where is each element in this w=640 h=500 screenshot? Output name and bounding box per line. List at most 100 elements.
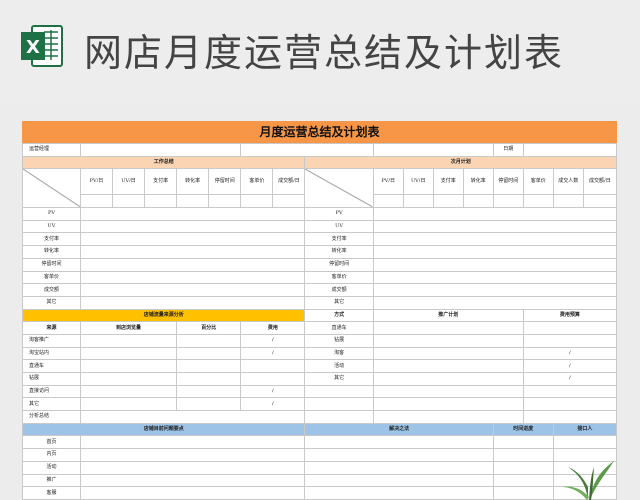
blank-cell[interactable] [462,194,494,209]
traffic-percent[interactable] [176,372,242,386]
section-solutions: 解决之法 [304,422,494,437]
blank-cell[interactable] [79,194,114,209]
excel-icon: X [21,25,63,67]
promo-plan[interactable] [372,321,524,335]
blank-cell[interactable] [582,194,617,209]
blank-cell[interactable] [492,194,524,209]
traffic-visitors[interactable] [79,397,178,412]
progress-cell[interactable] [492,486,554,500]
metric-value[interactable] [372,245,617,259]
traffic-percent[interactable] [176,359,242,373]
promo-budget[interactable]: / [522,359,617,373]
col-header: 停留时间 [208,168,242,196]
solution-cell[interactable] [304,448,494,462]
progress-cell[interactable] [492,435,554,450]
solution-cell[interactable] [304,486,494,500]
traffic-percent[interactable] [176,384,242,399]
traffic-visitors[interactable] [79,346,178,361]
traffic-cost[interactable]: / [240,384,306,399]
metric-value[interactable] [372,232,617,247]
solution-cell[interactable] [304,460,494,475]
issue-cell[interactable] [79,486,306,500]
promo-budget[interactable]: / [522,346,617,361]
blank-cell[interactable] [552,194,584,209]
metric-value[interactable] [79,257,306,272]
progress-cell[interactable] [492,448,554,462]
metric-row-label: 支付率 [22,232,81,247]
metric-value[interactable] [372,270,617,285]
metric-value[interactable] [372,283,617,297]
metric-row-label: 其它 [304,295,374,310]
promo-plan[interactable] [372,346,524,361]
blank-cell[interactable] [372,384,524,399]
traffic-cost[interactable] [240,359,306,373]
blank-cell[interactable] [372,194,404,209]
blank-cell[interactable] [522,410,617,424]
traffic-visitors[interactable] [79,359,178,373]
blank-cell[interactable] [272,194,306,209]
promo-budget[interactable] [522,321,617,335]
metric-row-label: UV [22,219,81,234]
metric-value[interactable] [79,283,306,297]
issue-cell[interactable] [79,473,306,488]
date-cell[interactable] [522,143,617,157]
blank-cell[interactable] [240,194,274,209]
blank-cell[interactable] [240,143,374,157]
solution-cell[interactable] [304,473,494,488]
promo-plan[interactable] [372,372,524,386]
blank-cell[interactable] [372,410,524,424]
metric-value[interactable] [79,207,306,221]
traffic-cost[interactable]: / [240,397,306,412]
metric-value[interactable] [79,219,306,234]
promo-plan[interactable] [372,359,524,373]
col-header: 客单价 [240,168,274,196]
metric-value[interactable] [79,245,306,259]
blank-cell[interactable] [144,194,178,209]
promo-budget[interactable] [522,333,617,348]
blank-cell[interactable] [111,194,146,209]
blank-cell[interactable] [304,397,374,412]
blank-cell[interactable] [176,194,210,209]
metric-value[interactable] [79,295,306,310]
blank-cell[interactable] [522,397,617,412]
blank-cell[interactable] [304,410,374,424]
promo-budget[interactable]: / [522,372,617,386]
blank-cell[interactable] [372,143,494,157]
blank-cell[interactable] [432,194,464,209]
traffic-percent[interactable] [176,333,242,348]
blank-cell[interactable] [522,194,554,209]
plant-decoration [562,461,614,500]
traffic-summary-cell[interactable] [79,410,306,424]
owner-cell[interactable] [552,435,617,450]
metric-row-label: 成交额 [304,283,374,297]
blank-cell[interactable] [522,384,617,399]
traffic-cost[interactable]: / [240,333,306,348]
solution-cell[interactable] [304,435,494,450]
metric-value[interactable] [372,219,617,234]
issue-cell[interactable] [79,448,306,462]
issue-cell[interactable] [79,435,306,450]
metric-value[interactable] [79,270,306,285]
traffic-row-label: 直接访问 [22,384,81,399]
metric-value[interactable] [79,232,306,247]
operator-cell[interactable] [79,143,242,157]
promo-plan[interactable] [372,333,524,348]
blank-cell[interactable] [208,194,242,209]
traffic-percent[interactable] [176,397,242,412]
issue-cell[interactable] [79,460,306,475]
traffic-visitors[interactable] [79,372,178,386]
blank-cell[interactable] [402,194,434,209]
traffic-cost[interactable]: / [240,346,306,361]
traffic-cost[interactable] [240,372,306,386]
traffic-percent[interactable] [176,346,242,361]
date-label: 日期 [492,143,524,157]
blank-cell[interactable] [304,384,374,399]
progress-cell[interactable] [492,460,554,475]
blank-cell[interactable] [372,397,524,412]
metric-value[interactable] [372,207,617,221]
progress-cell[interactable] [492,473,554,488]
traffic-visitors[interactable] [79,333,178,348]
traffic-visitors[interactable] [79,384,178,399]
metric-value[interactable] [372,295,617,310]
metric-value[interactable] [372,257,617,272]
